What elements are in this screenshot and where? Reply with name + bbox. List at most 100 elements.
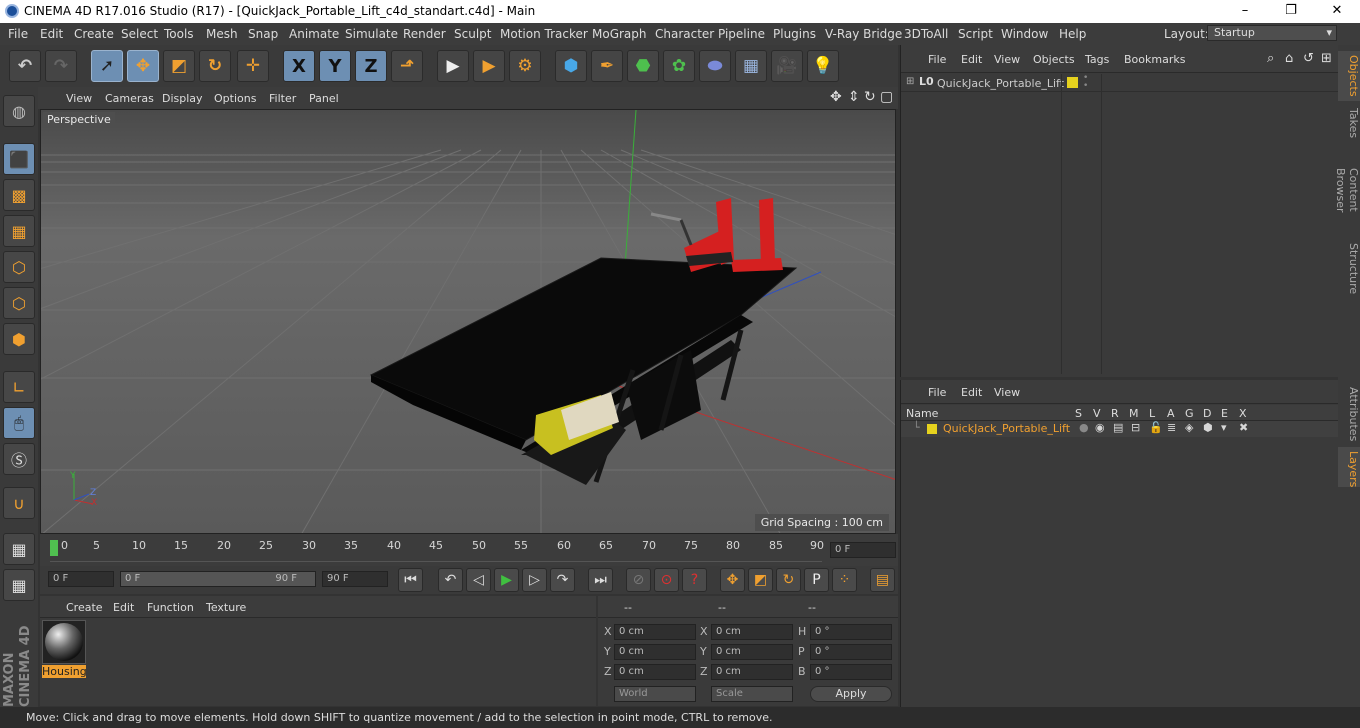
redo-button[interactable]: ↷ <box>45 50 77 82</box>
menu-window[interactable]: Window <box>1001 27 1048 41</box>
minimize-button[interactable]: – <box>1222 0 1268 23</box>
menu-sculpt[interactable]: Sculpt <box>454 27 491 41</box>
tweak-mode-button[interactable]: 🖱 <box>3 407 35 439</box>
record-parameter-button[interactable]: P <box>804 568 829 592</box>
y-axis-lock-button[interactable]: Y <box>319 50 351 82</box>
col-locked[interactable]: L <box>1149 407 1155 420</box>
menu-help[interactable]: Help <box>1059 27 1086 41</box>
col-render[interactable]: R <box>1111 407 1119 420</box>
manager-icon[interactable]: ⊟ <box>1131 421 1140 434</box>
menu-pipeline[interactable]: Pipeline <box>718 27 765 41</box>
go-to-start-button[interactable]: ⏮ <box>398 568 423 592</box>
material-menu-function[interactable]: Function <box>147 601 194 614</box>
maximize-button[interactable]: ❐ <box>1268 0 1314 23</box>
viewport-menu-panel[interactable]: Panel <box>309 92 339 105</box>
menu-3dtoall[interactable]: 3DToAll <box>904 27 948 41</box>
record-scale-button[interactable]: ◩ <box>748 568 773 592</box>
previous-key-button[interactable]: ↶ <box>438 568 463 592</box>
viewport-menu-cameras[interactable]: Cameras <box>105 92 154 105</box>
timeline-ruler[interactable]: 0 5 10 15 20 25 30 35 40 45 50 55 60 65 … <box>40 534 898 566</box>
cloner-button[interactable]: ✿ <box>663 50 695 82</box>
menu-snap[interactable]: Snap <box>248 27 278 41</box>
go-to-end-button[interactable]: ⏭ <box>588 568 613 592</box>
render-to-picture-viewer-button[interactable]: ▶ <box>473 50 505 82</box>
menu-animate[interactable]: Animate <box>289 27 339 41</box>
eye-icon[interactable]: ◉ <box>1095 421 1105 434</box>
xref-icon[interactable]: ✖ <box>1239 421 1248 434</box>
col-solo[interactable]: S <box>1075 407 1082 420</box>
recent-tool-button[interactable]: ✛ <box>237 50 269 82</box>
layer-name[interactable]: QuickJack_Portable_Lift <box>943 422 1070 435</box>
cube-object-button[interactable]: ⬢ <box>555 50 587 82</box>
obj-menu-tags[interactable]: Tags <box>1085 53 1109 66</box>
pos-x-field[interactable]: 0 cm <box>614 624 696 640</box>
col-generators[interactable]: G <box>1185 407 1194 420</box>
menu-plugins[interactable]: Plugins <box>773 27 816 41</box>
expression-icon[interactable]: ▾ <box>1221 421 1227 434</box>
material-menu-texture[interactable]: Texture <box>206 601 246 614</box>
layer-color-swatch[interactable] <box>927 424 937 434</box>
edges-mode-button[interactable]: ⬡ <box>3 287 35 319</box>
object-row[interactable]: ⊞ L0 QuickJack_Portable_Lift • • <box>901 74 1339 92</box>
workplane-button[interactable]: ▦ <box>3 215 35 247</box>
menu-tools[interactable]: Tools <box>164 27 194 41</box>
object-name[interactable]: QuickJack_Portable_Lift <box>937 77 1064 90</box>
next-frame-button[interactable]: ▷ <box>522 568 547 592</box>
viewport-nav-rotate-icon[interactable]: ↻ <box>864 89 876 105</box>
menu-edit[interactable]: Edit <box>40 27 63 41</box>
scale-tool-button[interactable]: ◩ <box>163 50 195 82</box>
tab-takes[interactable]: Takes <box>1338 103 1360 143</box>
play-button[interactable]: ▶ <box>494 568 519 592</box>
layer-menu-view[interactable]: View <box>994 386 1020 399</box>
previous-frame-button[interactable]: ◁ <box>466 568 491 592</box>
menu-file[interactable]: File <box>8 27 28 41</box>
render-clapper-icon[interactable]: ▤ <box>1113 421 1123 434</box>
visibility-dots-icon[interactable]: • • <box>1083 74 1088 91</box>
apply-button[interactable]: Apply <box>810 686 892 702</box>
move-tool-button[interactable]: ✥ <box>127 50 159 82</box>
viewport-nav-move-icon[interactable]: ✥ <box>830 89 842 105</box>
menu-mograph[interactable]: MoGraph <box>592 27 647 41</box>
size-z-field[interactable]: 0 cm <box>711 664 793 680</box>
menu-render[interactable]: Render <box>403 27 446 41</box>
layer-row[interactable]: └ QuickJack_Portable_Lift ● ◉ ▤ ⊟ 🔓 ≣ ◈ … <box>901 421 1339 437</box>
current-frame-field[interactable]: 0 F <box>830 542 896 558</box>
col-manager[interactable]: M <box>1129 407 1139 420</box>
frame-range-slider[interactable]: 0 F 90 F <box>120 571 316 587</box>
texture-mode-button[interactable]: ▩ <box>3 179 35 211</box>
axis-mode-button[interactable]: ∟ <box>3 371 35 403</box>
layer-menu-file[interactable]: File <box>928 386 946 399</box>
animation-icon[interactable]: ≣ <box>1167 421 1176 434</box>
size-mode-select[interactable]: Scale <box>711 686 793 702</box>
model-mode-button[interactable]: ⬛ <box>3 143 35 175</box>
material-menu-create[interactable]: Create <box>66 601 103 614</box>
menu-select[interactable]: Select <box>121 27 158 41</box>
grid-snap-button[interactable]: ▦ <box>3 569 35 601</box>
x-axis-lock-button[interactable]: X <box>283 50 315 82</box>
layer-menu-edit[interactable]: Edit <box>961 386 982 399</box>
end-frame-field[interactable]: 90 F <box>322 571 388 587</box>
rot-h-field[interactable]: 0 ° <box>810 624 892 640</box>
close-button[interactable]: ✕ <box>1314 0 1360 23</box>
coordinate-mode-select[interactable]: World <box>614 686 696 702</box>
material-menu-edit[interactable]: Edit <box>113 601 134 614</box>
menu-simulate[interactable]: Simulate <box>345 27 398 41</box>
obj-menu-objects[interactable]: Objects <box>1033 53 1075 66</box>
size-y-field[interactable]: 0 cm <box>711 644 793 660</box>
menu-script[interactable]: Script <box>958 27 993 41</box>
col-name[interactable]: Name <box>906 407 938 420</box>
pen-spline-button[interactable]: ✒ <box>591 50 623 82</box>
menu-mesh[interactable]: Mesh <box>206 27 238 41</box>
viewport-menu-display[interactable]: Display <box>162 92 203 105</box>
rot-p-field[interactable]: 0 ° <box>810 644 892 660</box>
deformer-icon[interactable]: ⬢ <box>1203 421 1213 434</box>
render-settings-button[interactable]: ⚙ <box>509 50 541 82</box>
subdivision-button[interactable]: ⬣ <box>627 50 659 82</box>
obj-menu-view[interactable]: View <box>994 53 1020 66</box>
generator-icon[interactable]: ◈ <box>1185 421 1193 434</box>
z-axis-lock-button[interactable]: Z <box>355 50 387 82</box>
keyframe-selection-button[interactable]: ? <box>682 568 707 592</box>
undo-button[interactable]: ↶ <box>9 50 41 82</box>
camera-button[interactable]: 🎥 <box>771 50 803 82</box>
solo-dot-icon[interactable]: ● <box>1079 421 1089 434</box>
